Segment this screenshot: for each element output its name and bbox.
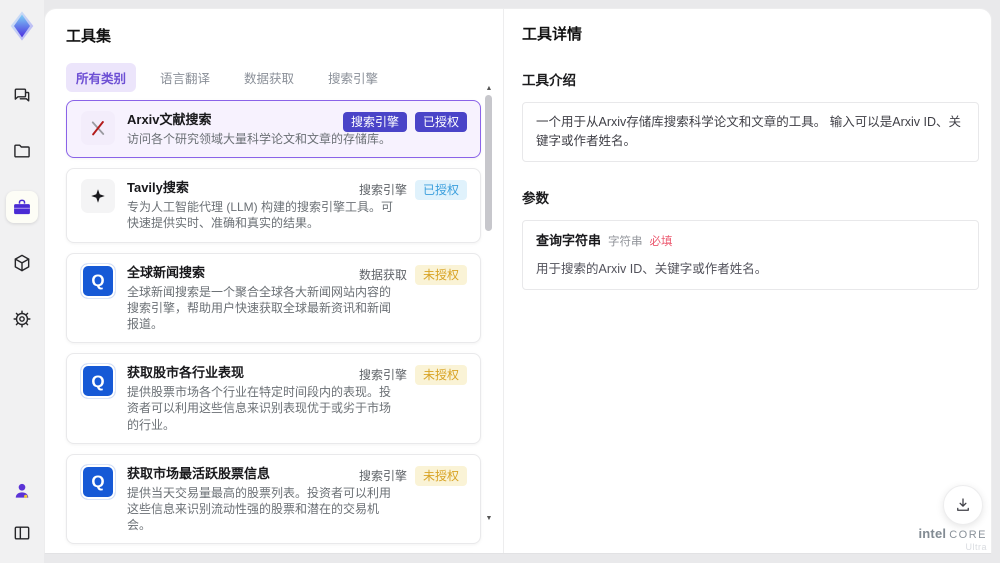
category-badge: 搜索引擎 xyxy=(358,368,407,383)
sidebar-item-settings[interactable] xyxy=(6,303,38,335)
blue-q-icon: Q xyxy=(81,464,115,499)
tool-card-arxiv[interactable]: Arxiv文献搜索 访问各个研究领域大量科学论文和文章的存储库。 搜索引擎 已授… xyxy=(66,100,481,159)
parameter-item: 查询字符串 字符串 必填 用于搜索的Arxiv ID、关键字或作者姓名。 xyxy=(522,219,979,290)
status-badge: 未授权 xyxy=(414,365,467,386)
cube-icon xyxy=(14,254,30,272)
folder-icon xyxy=(14,144,30,158)
sidebar-nav xyxy=(6,79,38,335)
page-title: 工具集 xyxy=(66,28,112,45)
tool-description: 访问各个研究领域大量科学论文和文章的存储库。 xyxy=(127,132,392,146)
tool-list: Arxiv文献搜索 访问各个研究领域大量科学论文和文章的存储库。 搜索引擎 已授… xyxy=(45,100,503,553)
intel-core-logo: intel CORE Ultra xyxy=(918,527,987,552)
param-required-badge: 必填 xyxy=(649,235,673,248)
tool-description: 专为人工智能代理 (LLM) 构建的搜索引擎工具。可快速提供实时、准确和真实的结… xyxy=(127,200,394,231)
tool-intro-text: 一个用于从Arxiv存储库搜索科学论文和文章的工具。 输入可以是Arxiv ID… xyxy=(522,102,979,162)
download-icon xyxy=(957,498,969,511)
intro-heading: 工具介绍 xyxy=(522,73,576,88)
main-card: 工具集 所有类别 语言翻译 数据获取 搜索引擎 Arxiv文献搜索 访问各个研究… xyxy=(44,8,992,554)
category-tabs: 所有类别 语言翻译 数据获取 搜索引擎 xyxy=(66,63,503,92)
tool-detail-panel: 工具详情 工具介绍 一个用于从Arxiv存储库搜索科学论文和文章的工具。 输入可… xyxy=(503,9,991,553)
detail-title: 工具详情 xyxy=(522,26,583,43)
tool-card-tavily[interactable]: Tavily搜索 专为人工智能代理 (LLM) 构建的搜索引擎工具。可快速提供实… xyxy=(66,168,481,243)
status-badge: 未授权 xyxy=(414,465,467,486)
scroll-down-arrow-icon[interactable]: ▼ xyxy=(483,515,495,522)
four-point-star-icon xyxy=(81,179,115,214)
category-badge: 搜索引擎 xyxy=(358,183,407,198)
sidebar-item-tools[interactable] xyxy=(6,191,38,223)
user-icon xyxy=(15,483,29,499)
tab-data-acquisition[interactable]: 数据获取 xyxy=(234,63,304,92)
category-badge: 搜索引擎 xyxy=(358,468,407,483)
ultra-wordmark: Ultra xyxy=(965,542,987,552)
scroll-up-arrow-icon[interactable]: ▲ xyxy=(483,85,495,92)
tool-card-global-news[interactable]: Q 全球新闻搜索 全球新闻搜索是一个聚合全球各大新闻网站内容的搜索引擎，帮助用户… xyxy=(66,252,481,344)
blue-q-icon: Q xyxy=(81,364,115,399)
param-type: 字符串 xyxy=(608,235,643,248)
toolbox-icon xyxy=(14,199,30,215)
core-wordmark: CORE xyxy=(949,529,987,541)
category-badge: 搜索引擎 xyxy=(342,112,407,132)
download-button[interactable] xyxy=(943,485,983,525)
blue-q-icon: Q xyxy=(81,263,115,298)
tool-description: 提供当天交易量最高的股票列表。投资者可以利用这些信息来识别流动性强的股票和潜在的… xyxy=(127,485,392,533)
panel-toggle-icon xyxy=(14,526,30,540)
sidebar-item-chat[interactable] xyxy=(6,79,38,111)
sidebar-item-models[interactable] xyxy=(6,247,38,279)
tool-description: 提供股票市场各个行业在特定时间段内的表现。投资者可以利用这些信息来识别表现优于或… xyxy=(127,385,392,432)
tool-card-stock-sectors[interactable]: Q 获取股市各行业表现 提供股票市场各个行业在特定时间段内的表现。投资者可以利用… xyxy=(66,353,481,444)
tab-search-engine[interactable]: 搜索引擎 xyxy=(318,63,388,92)
tab-language-translation[interactable]: 语言翻译 xyxy=(150,63,220,92)
tool-description: 全球新闻搜索是一个聚合全球各大新闻网站内容的搜索引擎，帮助用户快速获取全球最新资… xyxy=(127,284,392,332)
sidebar-item-user[interactable] xyxy=(6,475,38,507)
category-badge: 数据获取 xyxy=(358,267,407,282)
status-badge: 已授权 xyxy=(414,180,467,201)
list-scrollbar: ▲ ▼ xyxy=(483,79,495,553)
param-name: 查询字符串 xyxy=(536,232,602,248)
tools-list-panel: 工具集 所有类别 语言翻译 数据获取 搜索引擎 Arxiv文献搜索 访问各个研究… xyxy=(45,9,503,553)
app-logo[interactable] xyxy=(5,9,39,43)
status-badge: 未授权 xyxy=(414,264,467,285)
tab-all-categories[interactable]: 所有类别 xyxy=(66,63,137,92)
params-heading: 参数 xyxy=(522,190,549,206)
sidebar-item-files[interactable] xyxy=(6,135,38,167)
sidebar-item-collapse[interactable] xyxy=(6,517,38,549)
arxiv-x-icon xyxy=(81,111,115,145)
sidebar-bottom xyxy=(6,475,38,549)
sidebar xyxy=(0,0,44,563)
param-description: 用于搜索的Arxiv ID、关键字或作者姓名。 xyxy=(536,261,768,276)
intel-wordmark: intel xyxy=(918,526,947,541)
gear-icon xyxy=(13,310,31,328)
chat-icon xyxy=(14,88,30,102)
status-badge: 已授权 xyxy=(414,112,467,132)
scrollbar-thumb[interactable] xyxy=(485,95,492,231)
tool-card-active-stocks[interactable]: Q 获取市场最活跃股票信息 提供当天交易量最高的股票列表。投资者可以利用这些信息… xyxy=(66,453,481,545)
gem-logo-icon xyxy=(10,11,34,41)
